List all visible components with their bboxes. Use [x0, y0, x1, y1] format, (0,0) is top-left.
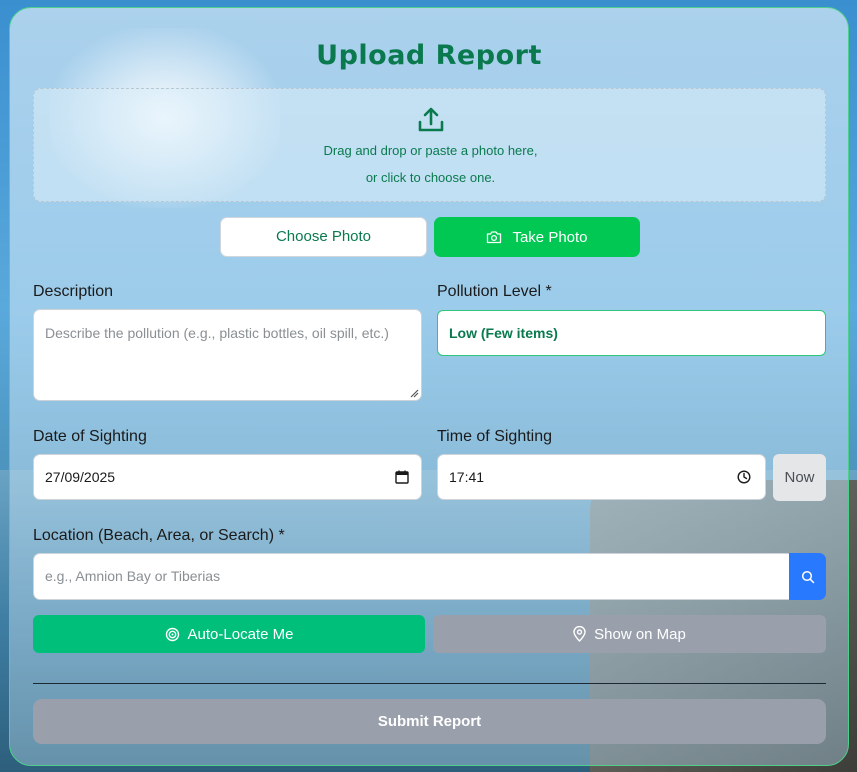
calendar-icon[interactable] [395, 470, 409, 484]
time-input[interactable]: 17:41 [437, 454, 766, 500]
now-button[interactable]: Now [773, 454, 826, 501]
page-title: Upload Report [316, 40, 542, 71]
camera-icon [487, 231, 502, 244]
search-icon [801, 570, 814, 583]
date-input[interactable]: 27/09/2025 [33, 454, 422, 500]
choose-photo-button[interactable]: Choose Photo [220, 217, 427, 257]
form-divider [33, 683, 826, 684]
date-value: 27/09/2025 [45, 469, 116, 485]
show-on-map-label: Show on Map [594, 625, 686, 643]
report-form-card: Upload Report Drag and drop or paste a p… [9, 7, 849, 766]
pollution-level-label: Pollution Level * [437, 283, 552, 300]
time-label: Time of Sighting [437, 428, 553, 445]
location-search-button[interactable] [789, 553, 826, 600]
map-pin-icon [573, 626, 586, 642]
auto-locate-button[interactable]: Auto-Locate Me [33, 615, 425, 653]
target-icon [165, 627, 179, 641]
description-label: Description [33, 283, 114, 300]
dropzone-instruction: Drag and drop or paste a photo here, [323, 143, 538, 158]
photo-dropzone[interactable]: Drag and drop or paste a photo here, or … [33, 88, 826, 202]
resize-handle-icon[interactable] [409, 388, 419, 398]
location-search-input[interactable]: e.g., Amnion Bay or Tiberias [33, 553, 790, 600]
take-photo-button[interactable]: Take Photo [434, 217, 640, 257]
description-placeholder: Describe the pollution (e.g., plastic bo… [45, 325, 389, 341]
date-label: Date of Sighting [33, 428, 147, 445]
clock-icon[interactable] [737, 470, 751, 484]
dropzone-instruction-secondary: or click to choose one. [365, 170, 496, 185]
upload-icon [418, 107, 444, 132]
pollution-level-select[interactable]: Low (Few items) [437, 310, 826, 356]
description-textarea[interactable]: Describe the pollution (e.g., plastic bo… [33, 309, 422, 401]
auto-locate-label: Auto-Locate Me [187, 625, 294, 643]
show-on-map-button[interactable]: Show on Map [433, 615, 826, 653]
submit-report-button[interactable]: Submit Report [33, 699, 826, 744]
take-photo-label: Take Photo [512, 228, 588, 246]
location-label: Location (Beach, Area, or Search) * [33, 527, 285, 544]
time-value: 17:41 [449, 469, 485, 485]
